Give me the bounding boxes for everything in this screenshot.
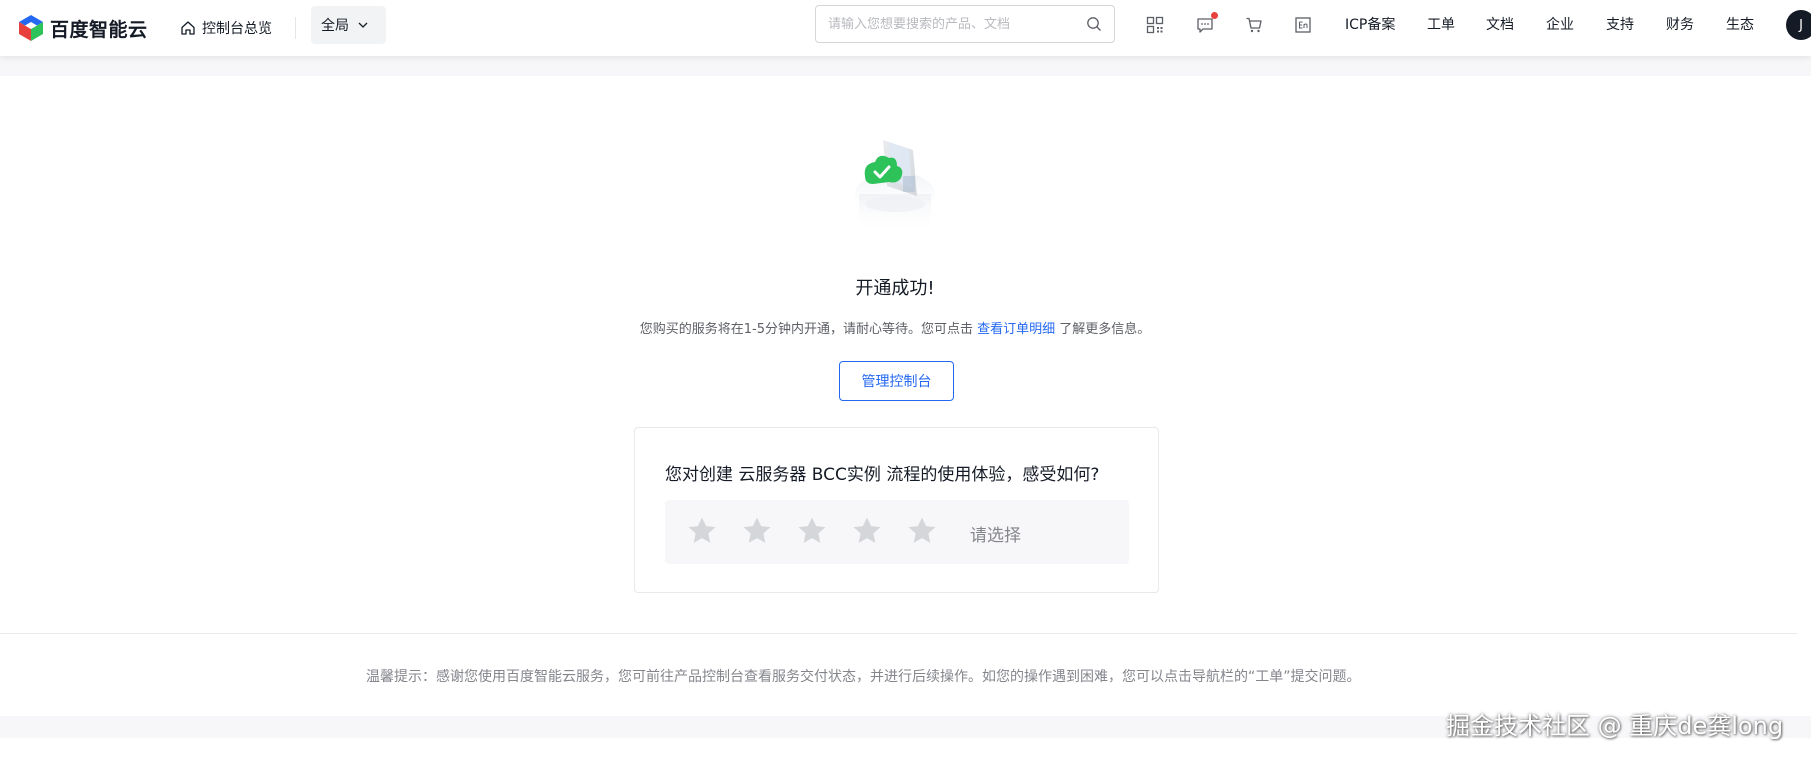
success-description: 您购买的服务将在1-5分钟内开通，请耐心等待。您可点击 查看订单明细 了解更多信… xyxy=(0,318,1790,337)
success-title: 开通成功! xyxy=(855,278,935,299)
success-desc-suffix: 了解更多信息。 xyxy=(1055,322,1151,337)
star-icon[interactable] xyxy=(685,514,719,548)
friendly-tip: 温馨提示：感谢您使用百度智能云服务，您可前往产品控制台查看服务交付状态，并进行后… xyxy=(366,669,1361,685)
nav-support[interactable]: 支持 xyxy=(1606,14,1634,34)
success-illustration xyxy=(845,132,945,246)
manage-console-button[interactable]: 管理控制台 xyxy=(839,361,954,401)
success-desc-text: 您购买的服务将在1-5分钟内开通，请耐心等待。您可点击 xyxy=(639,322,978,337)
star-icon[interactable] xyxy=(850,514,884,548)
watermark: 掘金技术社区 @ 重庆de龚long xyxy=(1446,712,1784,740)
view-order-details-link[interactable]: 查看订单明细 xyxy=(977,322,1055,337)
rating-hint: 请选择 xyxy=(970,526,1021,546)
experience-survey-card: 您对创建 云服务器 BCC实例 流程的使用体验，感受如何? 请选择 xyxy=(634,427,1159,593)
success-cloud-icon xyxy=(855,140,935,234)
nav-enterprise[interactable]: 企业 xyxy=(1546,14,1574,34)
survey-question: 您对创建 云服务器 BCC实例 流程的使用体验，感受如何? xyxy=(665,465,1100,485)
star-icon[interactable] xyxy=(905,514,939,548)
nav-finance[interactable]: 财务 xyxy=(1666,14,1694,34)
star-icon[interactable] xyxy=(740,514,774,548)
star-rating: 请选择 xyxy=(665,500,1129,564)
content-top-strip xyxy=(0,56,1811,76)
nav-docs[interactable]: 文档 xyxy=(1486,14,1514,34)
nav-ticket[interactable]: 工单 xyxy=(1427,14,1455,34)
top-navbar: 百度智能云 控制台总览 全局 请输入您想要搜索的产品、文档 ICP备案 工单 文… xyxy=(0,0,1811,56)
star-icon[interactable] xyxy=(795,514,829,548)
user-avatar[interactable]: J xyxy=(1786,10,1811,40)
nav-icp-filing[interactable]: ICP备案 xyxy=(1345,14,1395,34)
top-nav-links: ICP备案 工单 文档 企业 支持 财务 生态 xyxy=(0,14,1811,36)
nav-ecosystem[interactable]: 生态 xyxy=(1726,14,1754,34)
footer-divider xyxy=(0,633,1797,634)
